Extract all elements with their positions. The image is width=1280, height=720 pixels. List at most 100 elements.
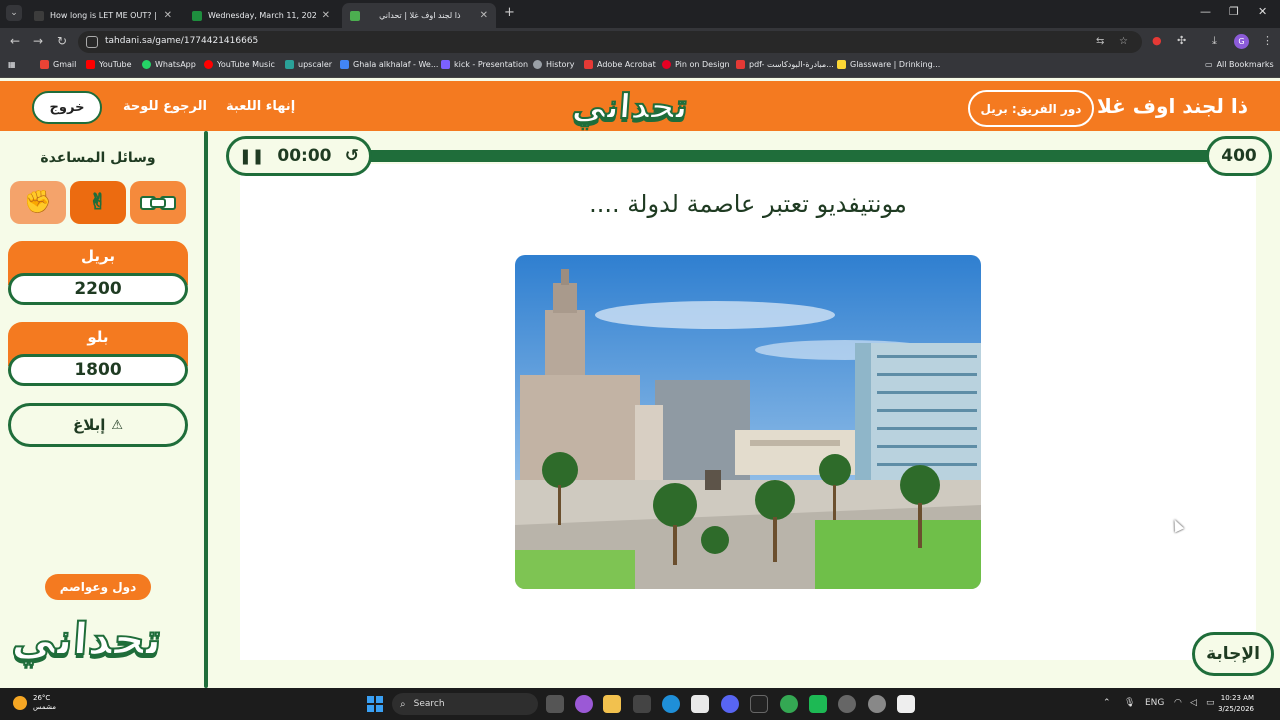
browser-tab[interactable]: Wednesday, March 11, 2026 W ✕ [184, 3, 338, 28]
close-tab-icon[interactable]: ✕ [164, 10, 172, 21]
microphone-icon[interactable]: 🎙 [1124, 698, 1135, 708]
wifi-icon[interactable]: ◠ [1174, 698, 1182, 708]
bookmark-history[interactable]: History [533, 60, 574, 69]
bookmark-upscaler[interactable]: upscaler [285, 60, 332, 69]
file-explorer-icon[interactable] [603, 695, 621, 713]
browser-tab-active[interactable]: ذا لجند اوف غلا | تحداني ✕ [342, 3, 496, 28]
report-button[interactable]: إبلاغ ⚠ [8, 403, 188, 447]
team-score: 1800 [8, 354, 188, 386]
app-icon[interactable] [838, 695, 856, 713]
aid-button-victory[interactable]: ✌ [70, 181, 126, 224]
translate-icon[interactable]: ⇆ [1096, 36, 1104, 47]
browser-tab[interactable]: How long is LET ME OUT? | How ✕ [26, 3, 180, 28]
chrome-icon[interactable] [780, 695, 798, 713]
bookmark-label: History [546, 60, 575, 69]
new-tab-button[interactable]: + [504, 5, 515, 20]
whatsapp-icon [142, 60, 151, 69]
back-icon[interactable]: ← [10, 34, 20, 48]
close-tab-icon[interactable]: ✕ [480, 10, 488, 21]
menu-icon[interactable]: ⋮ [1262, 34, 1273, 47]
docs-icon [340, 60, 349, 69]
bookmark-label: Adobe Acrobat [597, 60, 656, 69]
bookmark-glassware[interactable]: Glassware | Drinking... [837, 60, 940, 69]
close-window-icon[interactable]: ✕ [1258, 5, 1267, 18]
weather-widget[interactable]: 26°C مشمس [13, 694, 56, 712]
exit-button[interactable]: خروج [32, 91, 102, 124]
battery-icon[interactable]: ▭ [1206, 698, 1215, 708]
close-tab-icon[interactable]: ✕ [322, 10, 330, 21]
bookmark-ghala[interactable]: Ghala alkhalaf - We... [340, 60, 438, 69]
bookmarks-bar: ▦ Gmail YouTube WhatsApp YouTube Music u… [0, 56, 1280, 78]
bookmark-label: kick - Presentation [454, 60, 529, 69]
reload-icon[interactable]: ↻ [57, 34, 67, 48]
bookmark-kick[interactable]: kick - Presentation [441, 60, 528, 69]
bookmark-adobe[interactable]: Adobe Acrobat [584, 60, 656, 69]
back-to-board-link[interactable]: الرجوع للوحة [123, 99, 207, 114]
bookmark-label: upscaler [298, 60, 333, 69]
discord-icon[interactable] [721, 695, 739, 713]
reset-timer-icon[interactable]: ↺ [345, 146, 359, 166]
maximize-icon[interactable]: ❐ [1229, 5, 1239, 18]
extension-icon[interactable]: ● [1152, 34, 1162, 47]
bookmark-label: Ghala alkhalaf - We... [353, 60, 439, 69]
taskbar-search[interactable]: ⌕ Search [392, 693, 538, 715]
store-icon[interactable] [633, 695, 651, 713]
question-image [515, 255, 981, 589]
all-bookmarks[interactable]: ▭ All Bookmarks [1205, 60, 1274, 69]
browser-tabstrip: ⌄ How long is LET ME OUT? | How ✕ Wednes… [0, 0, 1280, 28]
forward-icon[interactable]: → [33, 34, 43, 48]
aid-button-handshake[interactable] [130, 181, 186, 224]
language-indicator[interactable]: ENG [1145, 698, 1164, 708]
question-points: 400 [1206, 136, 1272, 176]
windows-start-icon[interactable] [367, 696, 383, 712]
question-text: مونتيفديو تعتبر عاصمة لدولة .... [589, 190, 907, 218]
tab-title: Wednesday, March 11, 2026 W [208, 11, 316, 20]
folder-icon: ▭ [1205, 60, 1213, 69]
bookmark-pinterest[interactable]: Pin on Design [662, 60, 730, 69]
timer-value: 00:00 [277, 146, 332, 166]
tab-search-button[interactable]: ⌄ [6, 5, 22, 21]
tab-favicon-icon [350, 10, 360, 21]
bookmark-pdf[interactable]: pdf- مبادرة-البودكاست... [736, 60, 834, 69]
handshake-icon [140, 195, 176, 210]
bookmark-label: All Bookmarks [1216, 60, 1274, 69]
pause-icon[interactable]: ❚❚ [239, 147, 264, 165]
glassware-icon [837, 60, 846, 69]
address-bar[interactable]: tahdani.sa/game/1774421416665 ⇆ ☆ [78, 31, 1142, 53]
epic-games-icon[interactable] [750, 695, 768, 713]
app-icon[interactable] [809, 695, 827, 713]
snipping-tool-icon[interactable] [691, 695, 709, 713]
bookmark-whatsapp[interactable]: WhatsApp [142, 60, 196, 69]
tahdani-logo[interactable]: تحداني تحداني [570, 86, 708, 135]
aid-button-fist[interactable]: ✊ [10, 181, 66, 224]
bookmark-star-icon[interactable]: ☆ [1119, 36, 1128, 47]
end-game-link[interactable]: إنهاء اللعبة [226, 99, 295, 114]
extensions-puzzle-icon[interactable]: ✣ [1177, 34, 1186, 47]
apps-icon[interactable]: ▦ [8, 60, 16, 69]
copilot-icon[interactable] [575, 695, 593, 713]
system-clock[interactable]: 10:23 AM 3/25/2026 [1218, 693, 1254, 715]
game-title: ذا لجند اوف غلا [1096, 94, 1248, 118]
help-aids-title: وسائل المساعدة [40, 150, 156, 166]
bookmark-label: WhatsApp [155, 60, 196, 69]
task-view-icon[interactable] [546, 695, 564, 713]
category-badge: دول وعواصم [45, 574, 151, 600]
bookmark-youtube-music[interactable]: YouTube Music [204, 60, 275, 69]
notepad-icon[interactable] [897, 695, 915, 713]
download-icon[interactable]: ⤓ [1212, 34, 1217, 48]
timer: ❚❚ 00:00 ↺ [226, 136, 372, 176]
settings-icon[interactable] [868, 695, 886, 713]
bookmark-gmail[interactable]: Gmail [40, 60, 76, 69]
volume-icon[interactable]: ◁ [1190, 698, 1197, 708]
answer-button[interactable]: الإجابة [1192, 632, 1274, 676]
minimize-icon[interactable]: — [1200, 5, 1211, 18]
sidebar-logo: تحداني تحداني [9, 613, 184, 678]
team-turn-badge: دور الفريق: بريل [968, 90, 1094, 127]
tray-overflow-icon[interactable]: ⌃ [1103, 698, 1111, 708]
profile-avatar[interactable]: G [1234, 34, 1249, 49]
bookmark-youtube[interactable]: YouTube [86, 60, 132, 69]
edge-icon[interactable] [662, 695, 680, 713]
windows-taskbar: 26°C مشمس ⌕ Search ⌃ 🎙 ENG ◠ ◁ ▭ 10:23 A… [0, 688, 1280, 720]
browser-toolbar: ← → ↻ tahdani.sa/game/1774421416665 ⇆ ☆ … [0, 28, 1280, 56]
site-info-icon[interactable] [86, 36, 98, 48]
